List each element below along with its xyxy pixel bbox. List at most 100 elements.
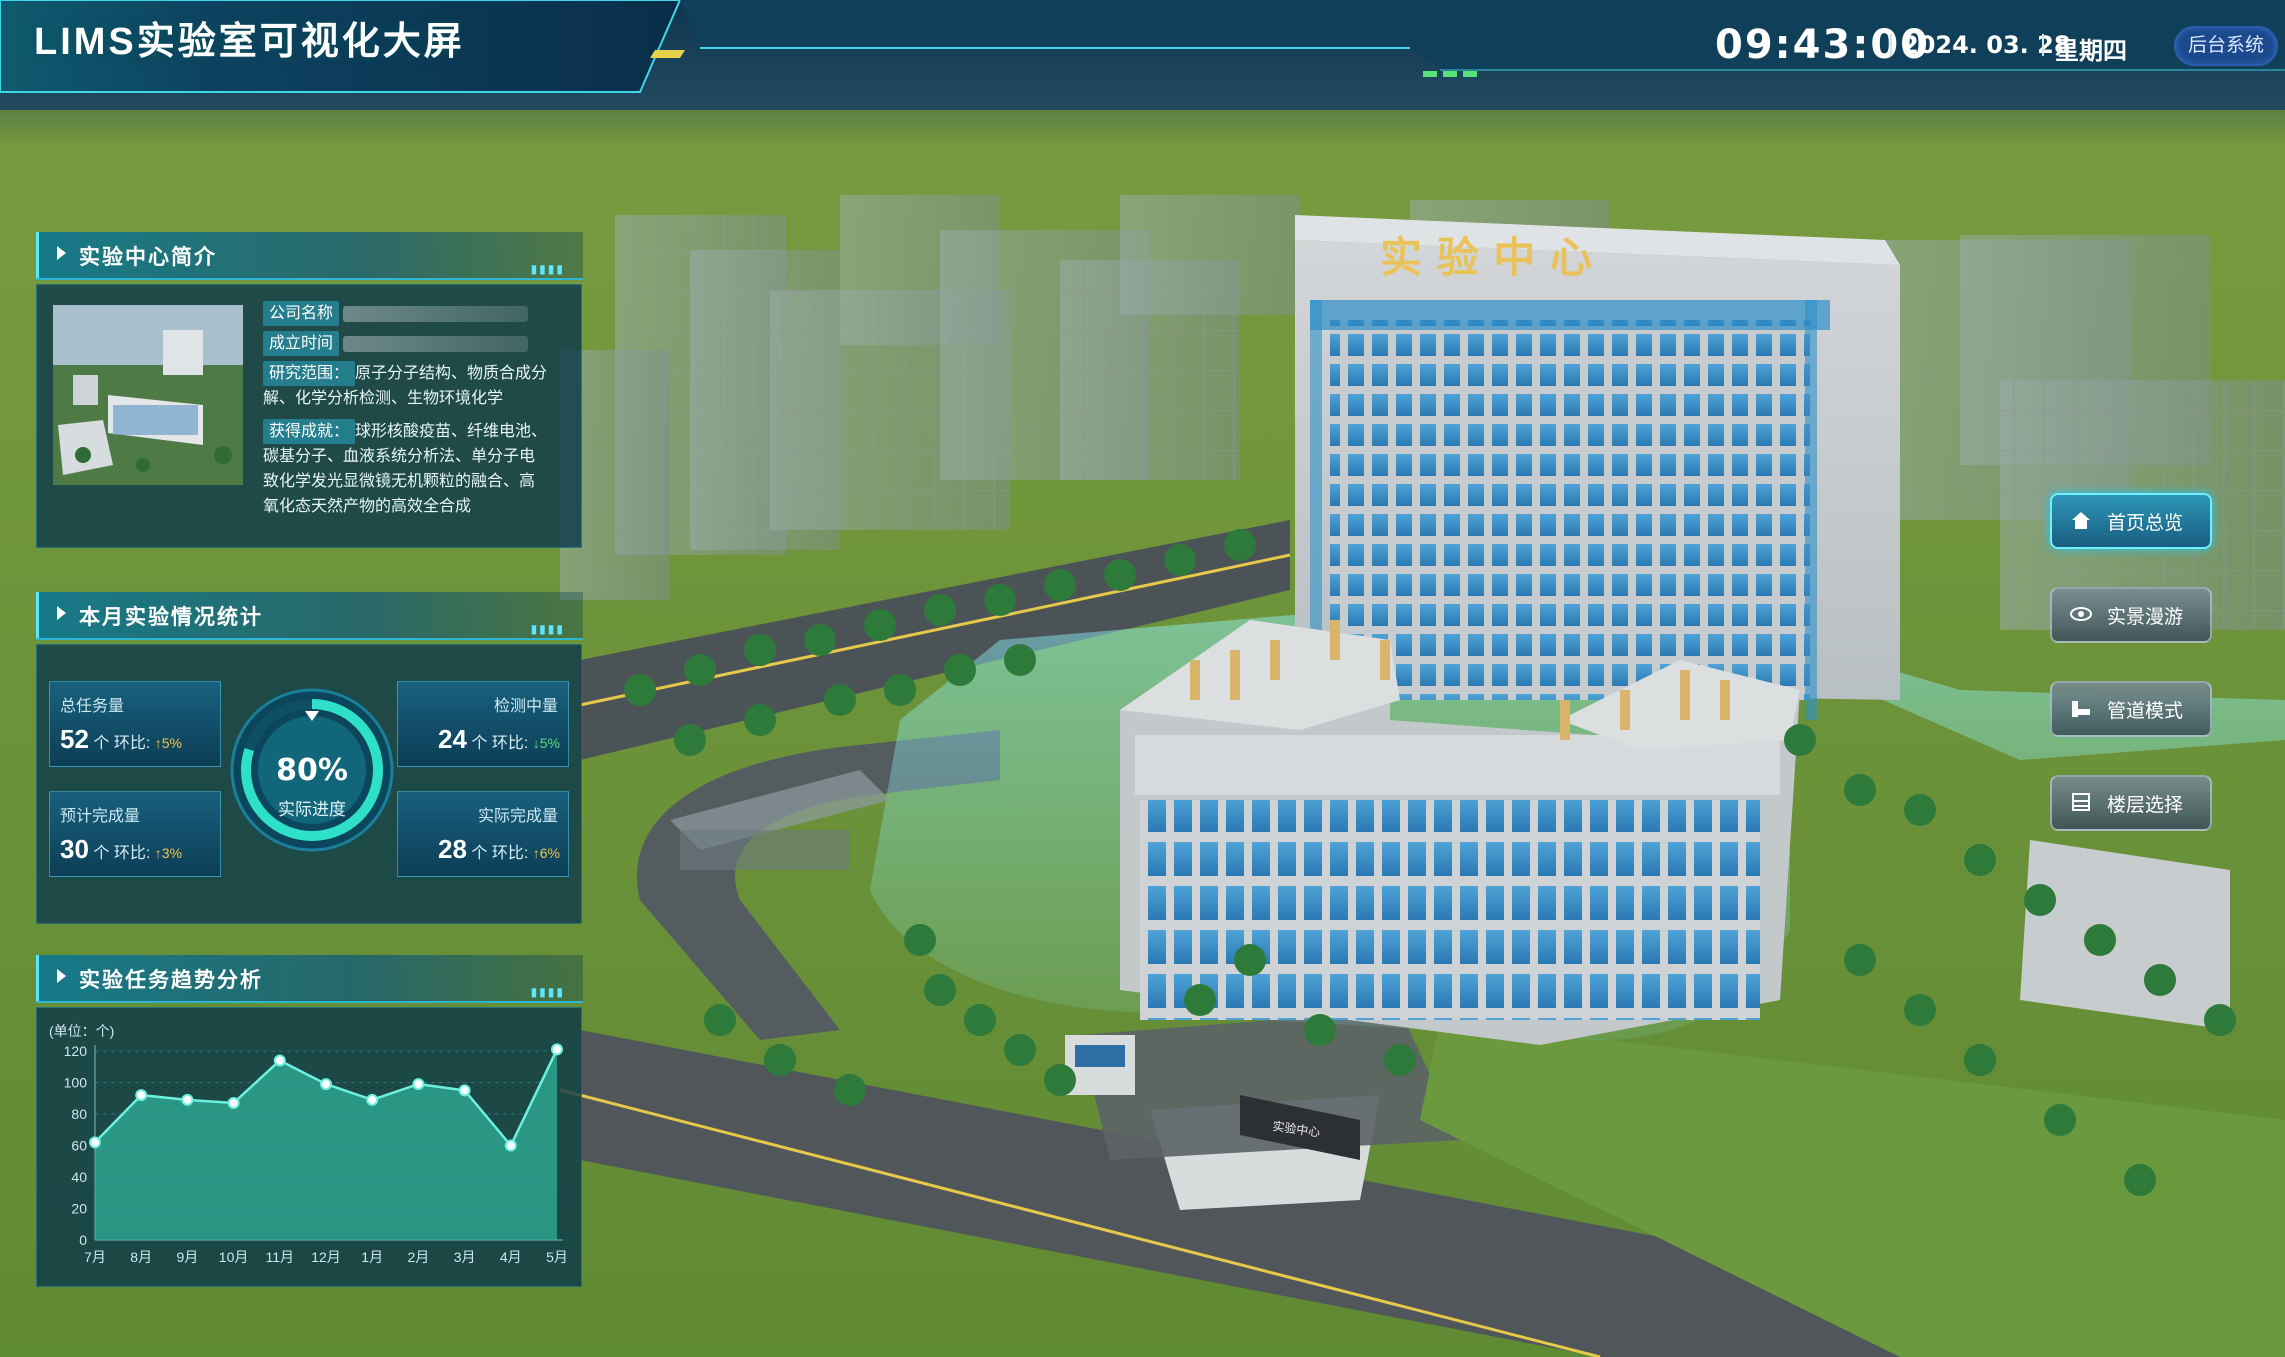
founded-row: 成立时间 (263, 331, 529, 356)
intro-panel-title: 实验中心简介 (79, 246, 217, 269)
panel-arrow-icon (57, 606, 66, 620)
data-point (320, 1078, 332, 1091)
planned-card: 预计完成量 30 个 环比: ↑3% (49, 791, 221, 877)
tree (1964, 1044, 1996, 1076)
tree (1844, 944, 1876, 976)
intro-panel-body: 公司名称 成立时间 研究范围： 原子分子结构、物质合成分 解、化学分析检测、生物环… (36, 284, 582, 548)
testing-value: 24 (438, 724, 467, 754)
tree (624, 674, 656, 706)
research-line-1: 原子分子结构、物质合成分 (355, 365, 548, 382)
tree (1004, 644, 1036, 676)
x-tick-label: 4月 (500, 1249, 522, 1265)
trend-panel-header: 实验任务趋势分析 ▮▮▮▮ (36, 955, 583, 1001)
trend-panel-title: 实验任务趋势分析 (79, 969, 263, 992)
planned-value: 30 (60, 834, 89, 864)
research-line-2: 解、化学分析检测、生物环境化学 (263, 390, 504, 407)
tree (984, 584, 1016, 616)
planned-unit: 个 (93, 845, 110, 862)
x-tick-label: 9月 (177, 1249, 199, 1265)
floor-select-button[interactable]: 楼层选择 (2050, 775, 2212, 831)
tree (1784, 724, 1816, 756)
testing-unit: 个 (471, 735, 488, 752)
tree (2044, 1104, 2076, 1136)
floor-select-label: 楼层选择 (2107, 795, 2184, 816)
roaming-button[interactable]: 实景漫游 (2050, 587, 2212, 643)
progress-value: 80% (276, 753, 348, 788)
panel-arrow-icon (57, 246, 66, 260)
testing-ratio-label: 环比: (491, 735, 529, 752)
total-tasks-card: 总任务量 52 个 环比: ↑5% (49, 681, 221, 767)
clock-time: 09:43:00 (1715, 22, 1930, 68)
tree (804, 624, 836, 656)
total-tasks-unit: 个 (93, 735, 110, 752)
tree (1184, 984, 1216, 1016)
actual-ratio: ↑6% (532, 845, 560, 861)
company-name-redacted (343, 305, 529, 322)
total-tasks-value: 52 (60, 724, 89, 754)
x-tick-label: 2月 (408, 1249, 430, 1265)
x-tick-label: 1月 (361, 1249, 383, 1265)
tree (1904, 994, 1936, 1026)
data-point (227, 1096, 240, 1109)
stats-panel-title: 本月实验情况统计 (79, 606, 263, 629)
tree (764, 1044, 796, 1076)
trend-chart: (单位：个) 0 20 40 60 80 100 120 7月 8月 9月 10月 11月 12月 1月 2月… (49, 1023, 568, 1265)
data-point (135, 1089, 148, 1102)
tree (944, 654, 976, 686)
actual-label: 实际完成量 (477, 808, 558, 825)
tree (1224, 529, 1256, 561)
achievement-text: 获得成就： 球形核酸疫苗、纤维电池、 碳基分子、血液系统分析法、单分子电 致化学发… (263, 419, 568, 519)
tree (684, 654, 716, 686)
tree (2084, 924, 2116, 956)
data-point (504, 1139, 517, 1152)
intro-panel: 实验中心简介 ▮▮▮▮ 公司名称 成立时间 研究范围： 原子分子结构、物质合成分 … (36, 232, 583, 564)
actual-row: 28 个 环比: ↑6% (438, 834, 560, 865)
backend-system-button[interactable]: 后台系统 (2174, 26, 2278, 66)
data-point (412, 1078, 425, 1091)
data-point (273, 1054, 286, 1067)
testing-row: 24 个 环比: ↓5% (438, 724, 560, 755)
achievement-line-3: 致化学发光显微镜无机颗粒的融合、高 (263, 473, 536, 490)
planned-label: 预计完成量 (60, 808, 141, 825)
tree (924, 974, 956, 1006)
tree (1964, 844, 1996, 876)
research-label: 研究范围： (263, 361, 356, 386)
data-point (181, 1093, 194, 1106)
stats-panel-body: 总任务量 52 个 环比: ↑5% 检测中量 24 个 环比: ↓5% 预计完成… (36, 644, 582, 924)
y-tick-label: 0 (79, 1232, 87, 1248)
stats-panel: 本月实验情况统计 ▮▮▮▮ 总任务量 52 个 环比: ↑5% 检测中量 24 … (36, 592, 583, 932)
tree (1234, 944, 1266, 976)
home-overview-button[interactable]: 首页总览 (2050, 493, 2212, 549)
tree (1044, 569, 1076, 601)
actual-ratio-label: 环比: (491, 845, 529, 862)
tree (2024, 884, 2056, 916)
current-date: 2024. 03. 28 (1902, 31, 2071, 59)
tree (2144, 964, 2176, 996)
header-bar: LIMS实验室可视化大屏 09:43:00 2024. 03. 28 星期四 后… (0, 0, 2285, 150)
data-point (551, 1043, 563, 1056)
data-point (458, 1084, 471, 1097)
y-tick-label: 40 (71, 1169, 87, 1185)
y-tick-label: 60 (71, 1138, 87, 1154)
tree (924, 594, 956, 626)
x-tick-label: 7月 (84, 1249, 106, 1265)
tree (1164, 544, 1196, 576)
x-tick-label: 8月 (130, 1249, 152, 1265)
planned-row: 30 个 环比: ↑3% (60, 834, 182, 865)
tree (2124, 1164, 2156, 1196)
floor-icon (2072, 793, 2090, 811)
tree (1304, 1014, 1336, 1046)
lab-center-photo (53, 305, 243, 485)
x-tick-label: 11月 (266, 1249, 295, 1265)
total-tasks-label: 总任务量 (60, 698, 125, 715)
achievement-label: 获得成就： (263, 419, 356, 444)
data-point (89, 1136, 101, 1149)
testing-card: 检测中量 24 个 环比: ↓5% (397, 681, 569, 767)
y-tick-label: 80 (71, 1106, 87, 1122)
actual-value: 28 (438, 834, 467, 864)
pipe-mode-button[interactable]: 管道模式 (2050, 681, 2212, 737)
x-tick-label: 10月 (219, 1249, 249, 1265)
planned-ratio-label: 环比: (113, 845, 151, 862)
tree (1384, 1044, 1416, 1076)
total-tasks-ratio: ↑5% (154, 735, 182, 751)
